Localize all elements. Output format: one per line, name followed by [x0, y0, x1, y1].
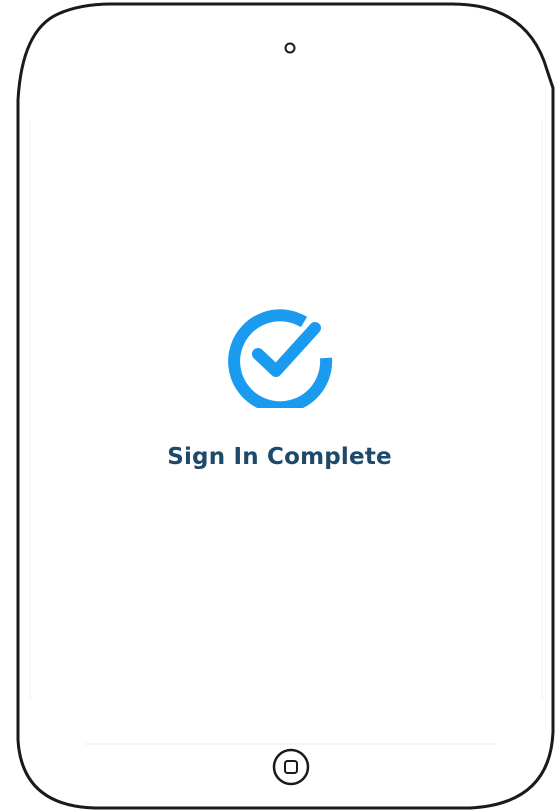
status-message: Sign In Complete [167, 444, 392, 470]
check-circle-icon [227, 309, 332, 408]
home-button-icon[interactable] [271, 747, 311, 787]
tablet-screen: Sign In Complete [0, 0, 559, 812]
sign-in-status: Sign In Complete [0, 300, 559, 470]
